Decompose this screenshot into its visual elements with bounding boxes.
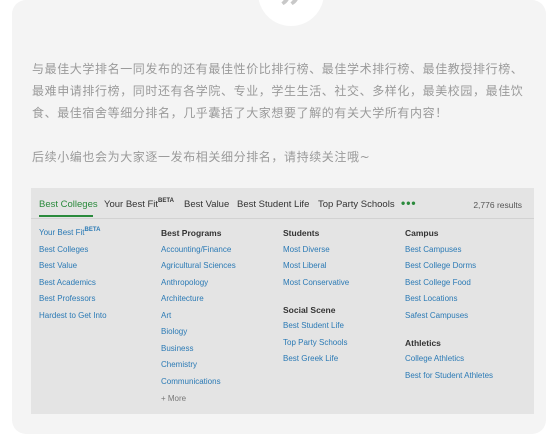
- link-program[interactable]: Biology: [161, 327, 187, 336]
- tab-label: Best Value: [184, 199, 230, 210]
- link-your-best-fit[interactable]: Your Best FitBETA: [39, 227, 101, 237]
- tab-label: Your Best Fit: [104, 199, 159, 210]
- quote-icon: ”: [279, 0, 303, 33]
- link-best-greek-life[interactable]: Best Greek Life: [283, 354, 338, 363]
- link-best-for-student-athletes[interactable]: Best for Student Athletes: [405, 371, 493, 380]
- tab-top-party-schools[interactable]: Top Party Schools: [318, 199, 395, 210]
- heading-best-programs: Best Programs: [161, 228, 222, 238]
- heading-athletics: Athletics: [405, 338, 441, 348]
- more-programs-button[interactable]: + More: [161, 394, 186, 403]
- beta-badge: BETA: [158, 198, 174, 204]
- link-best-campuses[interactable]: Best Campuses: [405, 245, 461, 254]
- link-program[interactable]: Architecture: [161, 294, 204, 303]
- link-best-value[interactable]: Best Value: [39, 261, 77, 270]
- link-best-college-dorms[interactable]: Best College Dorms: [405, 261, 476, 270]
- results-count: 2,776 results: [473, 200, 522, 210]
- link-program[interactable]: Anthropology: [161, 278, 208, 287]
- heading-students: Students: [283, 228, 320, 238]
- link-best-colleges[interactable]: Best Colleges: [39, 245, 88, 254]
- link-most-diverse[interactable]: Most Diverse: [283, 245, 330, 254]
- link-most-liberal[interactable]: Most Liberal: [283, 261, 327, 270]
- link-program[interactable]: Communications: [161, 377, 221, 386]
- tab-best-value[interactable]: Best Value: [184, 199, 229, 210]
- tab-label: Best Colleges: [39, 199, 98, 210]
- heading-campus: Campus: [405, 228, 439, 238]
- link-program[interactable]: Agricultural Sciences: [161, 261, 236, 270]
- link-program[interactable]: Chemistry: [161, 360, 197, 369]
- link-safest-campuses[interactable]: Safest Campuses: [405, 311, 468, 320]
- link-most-conservative[interactable]: Most Conservative: [283, 278, 349, 287]
- link-best-student-life[interactable]: Best Student Life: [283, 321, 344, 330]
- tab-best-colleges[interactable]: Best Colleges: [39, 199, 98, 210]
- heading-social-scene: Social Scene: [283, 305, 336, 315]
- nav-tabs: Best Colleges Your Best FitBETA Best Val…: [31, 188, 534, 219]
- link-top-party-schools[interactable]: Top Party Schools: [283, 338, 347, 347]
- link-best-academics[interactable]: Best Academics: [39, 278, 96, 287]
- followup-paragraph: 后续小编也会为大家逐一发布相关细分排名，请持续关注哦~: [32, 150, 371, 164]
- tab-label: Top Party Schools: [318, 199, 395, 210]
- more-menu-icon[interactable]: •••: [401, 196, 417, 210]
- beta-badge: BETA: [84, 227, 101, 233]
- link-best-professors[interactable]: Best Professors: [39, 294, 95, 303]
- tab-label: Best Student Life: [237, 199, 310, 210]
- link-best-locations[interactable]: Best Locations: [405, 294, 457, 303]
- link-college-athletics[interactable]: College Athletics: [405, 354, 464, 363]
- link-program[interactable]: Art: [161, 311, 171, 320]
- link-hardest-to-get-into[interactable]: Hardest to Get Into: [39, 311, 107, 320]
- link-label: Your Best Fit: [39, 228, 85, 237]
- intro-paragraph: 与最佳大学排名一同发布的还有最佳性价比排行榜、最佳学术排行榜、最佳教授排行榜、最…: [32, 62, 524, 120]
- tab-your-best-fit[interactable]: Your Best FitBETA: [104, 198, 174, 210]
- active-tab-indicator: [39, 215, 93, 217]
- tab-best-student-life[interactable]: Best Student Life: [237, 199, 309, 210]
- link-program[interactable]: Accounting/Finance: [161, 245, 231, 254]
- quote-badge: ”: [258, 0, 324, 30]
- link-program[interactable]: Business: [161, 344, 193, 353]
- niche-menu-screenshot: Best Colleges Your Best FitBETA Best Val…: [31, 188, 534, 414]
- link-best-college-food[interactable]: Best College Food: [405, 278, 471, 287]
